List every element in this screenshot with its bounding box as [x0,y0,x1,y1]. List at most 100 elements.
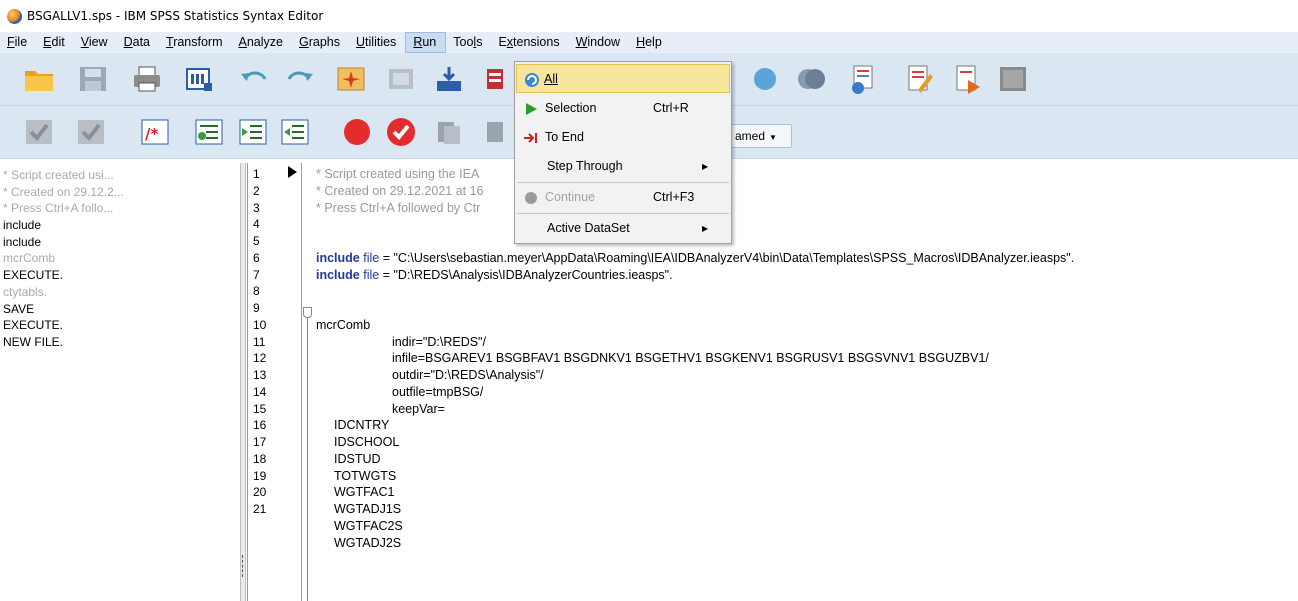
comment-selection-icon[interactable] [192,116,226,148]
menu-run[interactable]: Run [405,32,447,53]
outline-item[interactable]: mcrComb [0,250,240,267]
redo-icon[interactable] [282,63,316,95]
line-number: 6 [253,250,260,265]
spellcheck-icon [794,63,828,95]
menu-view[interactable]: View [74,32,117,53]
chevron-down-icon: ▼ [769,133,777,142]
menu-transform[interactable]: Transform [159,32,232,53]
outline-item[interactable]: NEW FILE. [0,334,240,351]
outline-item[interactable]: EXECUTE. [0,267,240,284]
menu-utilities[interactable]: Utilities [349,32,405,53]
line-number: 14 [253,384,267,399]
breakpoint-icon[interactable] [340,116,374,148]
fold-column [301,163,314,601]
menu-graphs[interactable]: Graphs [292,32,349,53]
run-all-icon [524,65,540,94]
fold-line [307,318,308,601]
comment-toggle-icon[interactable]: /* [138,116,172,148]
checkmark-validate-icon [22,116,56,148]
line-number: 1 [253,167,260,181]
menu-file[interactable]: File [0,32,36,53]
run-selection-menu-item[interactable]: Selection Ctrl+R [516,94,730,123]
outline-item[interactable]: include [0,234,240,251]
line-number: 19 [253,468,267,483]
menu-extensions[interactable]: Extensions [491,32,568,53]
line-number: 2 [253,183,260,198]
outline-item[interactable]: * Created on 29.12.2... [0,184,240,201]
goto-case-icon[interactable] [334,63,368,95]
value-labels-icon[interactable] [748,63,782,95]
code-line-16: IDSTUD [334,452,381,466]
insert-cases-icon[interactable] [432,63,466,95]
line-number: 3 [253,200,260,215]
save-icon[interactable] [76,63,110,95]
menu-edit[interactable]: Edit [36,32,74,53]
checkmark-disabled-icon [74,116,108,148]
menu-tools[interactable]: Tools [446,32,491,53]
code-line-13: keepVar= [392,402,445,416]
code-line-20: WGTFAC2S [334,519,403,533]
code-line-18: WGTFAC1 [334,485,395,499]
submenu-arrow-icon: ▶ [702,162,709,171]
line-number: 15 [253,401,267,416]
menu-bar: File Edit View Data Transform Analyze Gr… [0,32,1298,53]
menu-analyze[interactable]: Analyze [232,32,292,53]
indent-icon[interactable] [236,116,270,148]
outline-item[interactable]: EXECUTE. [0,317,240,334]
outdent-icon[interactable] [278,116,312,148]
line-number-gutter: 1 2 3 4 5 6 7 8 9 10 11 12 13 14 15 16 17 18 19 20 21 [242,163,302,601]
pane-splitter[interactable] [240,163,246,601]
outline-item[interactable]: * Script created usi... [0,167,240,184]
code-line-14: IDCNTRY [334,418,390,432]
line-number: 9 [253,301,260,315]
print-icon[interactable] [130,63,164,95]
outline-item[interactable]: include [0,217,240,234]
menu-data[interactable]: Data [117,32,159,53]
line-number: 7 [253,267,260,282]
outline-item[interactable]: ctytabls. [0,284,240,301]
outline-item[interactable]: SAVE [0,301,240,318]
menu-window[interactable]: Window [569,32,629,53]
line-number: 20 [253,485,267,500]
line-number: 12 [253,351,267,366]
variables-icon[interactable] [478,63,512,95]
outline-item[interactable]: * Press Ctrl+A follo... [0,200,240,217]
line-number: 21 [253,502,267,516]
code-line-9: indir="D:\REDS"/ [392,335,486,349]
line-number: 4 [253,217,260,232]
code-line-3: * Press Ctrl+A followed by Ctr [316,201,481,215]
line-number: 18 [253,451,267,466]
svg-text:/*: /* [145,125,158,143]
run-to-end-icon [523,123,539,152]
bookmark-check-icon[interactable] [384,116,418,148]
undo-icon[interactable] [238,63,272,95]
syntax-outline-pane: * Script created usi... * Created on 29.1… [0,163,241,601]
code-line-1: * Script created using the IEA [316,167,480,181]
run-to-end-menu-item[interactable]: To End [516,123,730,152]
active-dataset-menu-item[interactable]: Active DataSet ▶ [516,214,730,243]
line-number: 10 [253,317,267,332]
run-all-menu-item[interactable]: All [516,64,730,93]
fold-marker-icon[interactable] [303,307,312,318]
next-bookmark-icon [478,116,512,148]
code-line-11: outdir="D:\REDS\Analysis"/ [392,368,544,382]
open-folder-icon[interactable] [22,63,56,95]
code-line-5: include file = "C:\Users\sebastian.meyer… [316,251,1075,265]
line-number: 8 [253,284,260,299]
continue-menu-item: Continue Ctrl+F3 [516,183,730,212]
step-through-menu-item[interactable]: Step Through ▶ [516,152,730,181]
run-script-icon[interactable] [950,63,984,95]
line-number: 5 [253,234,260,248]
line-number: 13 [253,368,267,382]
submenu-arrow-icon: ▶ [702,224,709,233]
syntax-editor[interactable]: * Script created using the IEA * Created… [314,163,1298,601]
window-title: BSGALLV1.sps - IBM SPSS Statistics Synta… [27,9,324,23]
edit-syntax-icon[interactable] [902,63,936,95]
syntax-help-icon[interactable] [846,63,880,95]
line-number: 17 [253,435,267,449]
custom-dialog-icon [996,63,1030,95]
code-line-19: WGTADJ1S [334,502,402,516]
dialog-recall-icon[interactable] [182,63,216,95]
selection-bar [242,555,246,577]
menu-help[interactable]: Help [629,32,671,53]
